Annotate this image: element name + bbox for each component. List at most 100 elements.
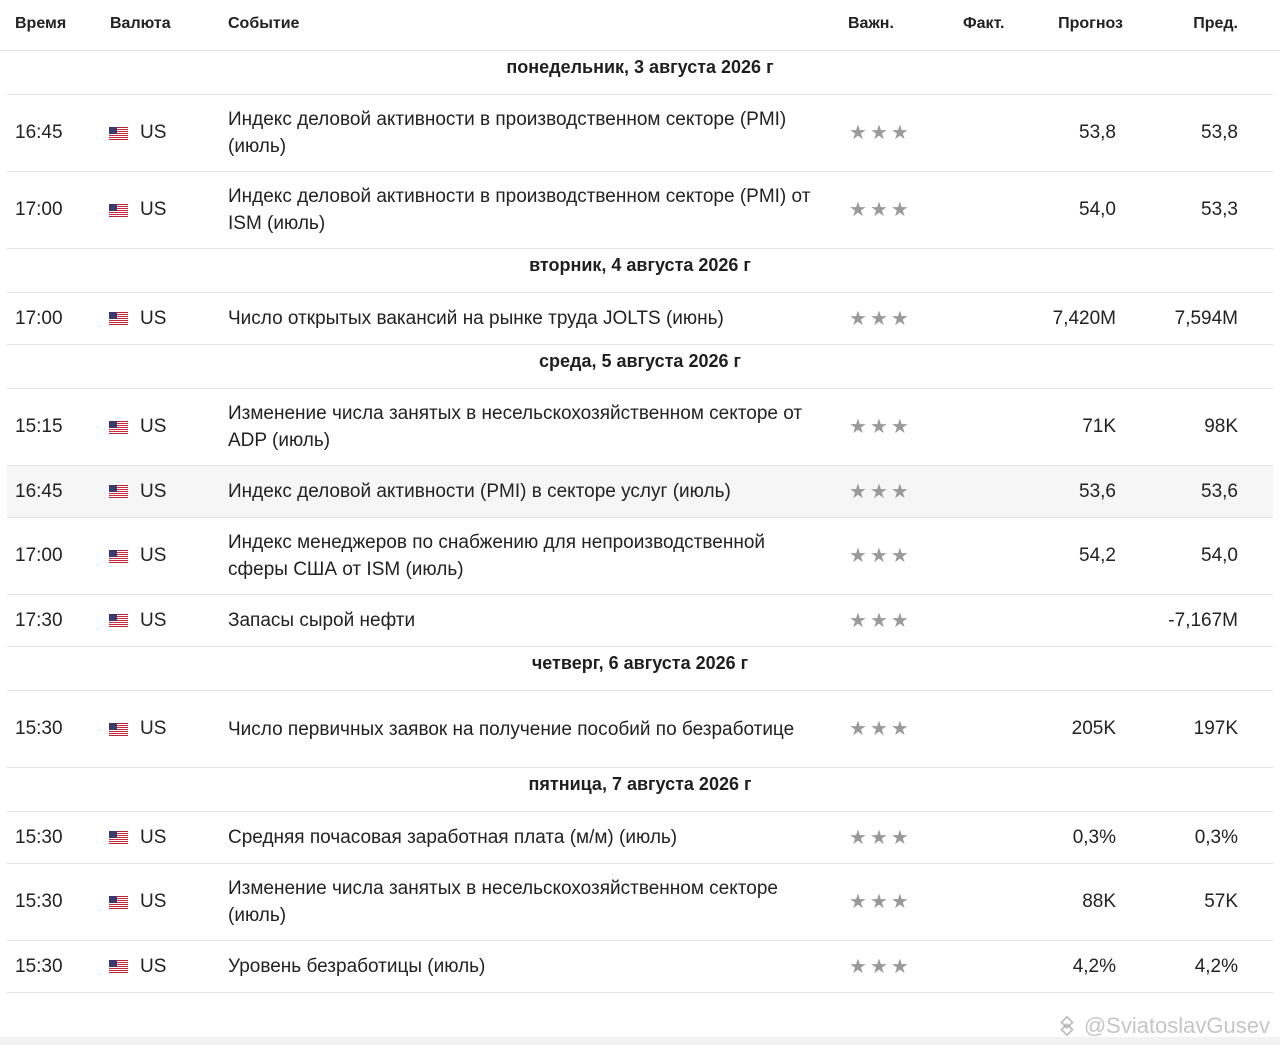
event-currency: US [109, 95, 166, 171]
star-icon: ★ [849, 545, 867, 567]
star-icon: ★ [869, 891, 888, 913]
event-name-link[interactable]: Индекс деловой активности (PMI) в сектор… [228, 478, 731, 505]
column-header-currency[interactable]: Валюта [110, 0, 171, 50]
event-row[interactable]: 17:30 US Запасы сырой нефти ★ ★ ★ -7,167M [7, 595, 1273, 647]
event-currency: US [109, 172, 166, 248]
currency-code: US [140, 199, 167, 220]
currency-code: US [140, 955, 167, 977]
star-icon: ★ [869, 545, 888, 567]
day-header: понедельник, 3 августа 2026 г [7, 51, 1273, 95]
event-name-link[interactable]: Индекс деловой активности в производстве… [228, 183, 818, 237]
star-icon: ★ [890, 826, 909, 849]
event-currency: US [109, 595, 166, 646]
previous-value: 53,3 [1201, 199, 1238, 220]
forecast-value: 54,2 [1079, 545, 1116, 566]
importance-rating: ★ ★ ★ [849, 95, 909, 171]
previous-value: 98K [1204, 416, 1238, 437]
event-name-link[interactable]: Запасы сырой нефти [228, 607, 415, 634]
event-time: 17:00 [15, 545, 63, 566]
column-header-importance[interactable]: Важн. [848, 0, 894, 50]
event-row[interactable]: 16:45 US Индекс деловой активности в произ… [7, 95, 1273, 172]
importance-rating: ★ ★ ★ [849, 691, 909, 767]
watermark-logo-icon [1060, 1015, 1074, 1037]
event-name-link[interactable]: Средняя почасовая заработная плата (м/м)… [228, 824, 677, 851]
column-header-forecast[interactable]: Прогноз [1058, 0, 1123, 50]
previous-value: 53,6 [1201, 480, 1238, 502]
importance-rating: ★ ★ ★ [849, 941, 909, 992]
event-time: 17:00 [15, 307, 63, 329]
event-name-cell: Уровень безработицы (июль) [228, 941, 818, 992]
importance-rating: ★ ★ ★ [849, 389, 909, 465]
event-time: 15:30 [15, 718, 63, 739]
watermark: @SviatoslavGusev [1056, 1013, 1270, 1039]
star-icon: ★ [890, 416, 909, 438]
event-name-link[interactable]: Изменение числа занятых в несельскохозяй… [228, 400, 818, 454]
column-header-event[interactable]: Событие [228, 0, 299, 50]
star-icon: ★ [849, 891, 867, 913]
star-icon: ★ [849, 609, 867, 632]
importance-rating: ★ ★ ★ [849, 518, 909, 594]
currency-code: US [140, 307, 167, 329]
star-icon: ★ [890, 480, 909, 503]
star-icon: ★ [869, 416, 888, 438]
event-name-link[interactable]: Число первичных заявок на получение посо… [228, 716, 794, 743]
previous-value: 57K [1204, 891, 1238, 912]
star-icon: ★ [869, 718, 888, 740]
column-header-actual[interactable]: Факт. [963, 0, 1004, 50]
event-name-cell: Индекс деловой активности в производстве… [228, 95, 818, 171]
event-row[interactable]: 15:30 US Средняя почасовая заработная плат… [7, 812, 1273, 864]
event-name-link[interactable]: Индекс менеджеров по снабжению для непро… [228, 529, 818, 583]
currency-code: US [140, 609, 167, 631]
column-header-time[interactable]: Время [15, 0, 66, 50]
event-currency: US [109, 466, 166, 517]
previous-value: 4,2% [1194, 955, 1238, 977]
day-header: вторник, 4 августа 2026 г [7, 249, 1273, 293]
star-icon: ★ [890, 122, 909, 144]
star-icon: ★ [890, 891, 909, 913]
us-flag-icon [109, 614, 128, 627]
currency-code: US [140, 122, 167, 143]
currency-code: US [140, 718, 167, 739]
column-header-previous[interactable]: Пред. [1193, 0, 1238, 50]
event-name-link[interactable]: Уровень безработицы (июль) [228, 953, 485, 980]
event-row[interactable]: 15:30 US Уровень безработицы (июль) ★ ★ ★ 4,2%… [7, 941, 1273, 993]
previous-value: 197K [1193, 718, 1238, 739]
event-time: 16:45 [15, 122, 63, 143]
currency-code: US [140, 416, 167, 437]
star-icon: ★ [890, 609, 909, 632]
event-currency: US [109, 812, 166, 863]
event-name-link[interactable]: Изменение числа занятых в несельскохозяй… [228, 875, 818, 929]
event-currency: US [109, 864, 166, 940]
event-name-cell: Запасы сырой нефти [228, 595, 818, 646]
star-icon: ★ [869, 480, 888, 503]
event-name-link[interactable]: Число открытых вакансий на рынке труда J… [228, 305, 724, 332]
table-header: Время Валюта Событие Важн. Факт. Прогноз… [0, 0, 1280, 51]
event-row[interactable]: 16:45 US Индекс деловой активности (PMI) в… [7, 466, 1273, 518]
event-name-link[interactable]: Индекс деловой активности в производстве… [228, 106, 818, 160]
us-flag-icon [109, 312, 128, 325]
event-row[interactable]: 17:00 US Индекс менеджеров по снабжению дл… [7, 518, 1273, 595]
currency-code: US [140, 480, 167, 502]
watermark-text: @SviatoslavGusev [1083, 1013, 1270, 1038]
previous-value: 53,8 [1201, 122, 1238, 143]
star-icon: ★ [849, 480, 867, 503]
event-row[interactable]: 15:30 US Изменение числа занятых в несельс… [7, 864, 1273, 941]
previous-value: -7,167M [1168, 609, 1238, 631]
us-flag-icon [109, 895, 128, 909]
us-flag-icon [109, 203, 128, 217]
forecast-value: 7,420M [1052, 307, 1116, 329]
event-row[interactable]: 17:00 US Индекс деловой активности в произ… [7, 172, 1273, 249]
importance-rating: ★ ★ ★ [849, 864, 909, 940]
event-row[interactable]: 17:00 US Число открытых вакансий на рынке … [7, 293, 1273, 345]
event-row[interactable]: 15:30 US Число первичных заявок на получен… [7, 691, 1273, 768]
us-flag-icon [109, 960, 128, 973]
event-name-cell: Индекс деловой активности (PMI) в сектор… [228, 466, 818, 517]
currency-code: US [140, 826, 167, 848]
event-row[interactable]: 15:15 US Изменение числа занятых в несельс… [7, 389, 1273, 466]
star-icon: ★ [849, 955, 867, 978]
star-icon: ★ [890, 718, 909, 740]
day-header: четверг, 6 августа 2026 г [7, 647, 1273, 691]
star-icon: ★ [849, 199, 867, 221]
star-icon: ★ [849, 307, 867, 330]
forecast-value: 0,3% [1072, 826, 1116, 848]
